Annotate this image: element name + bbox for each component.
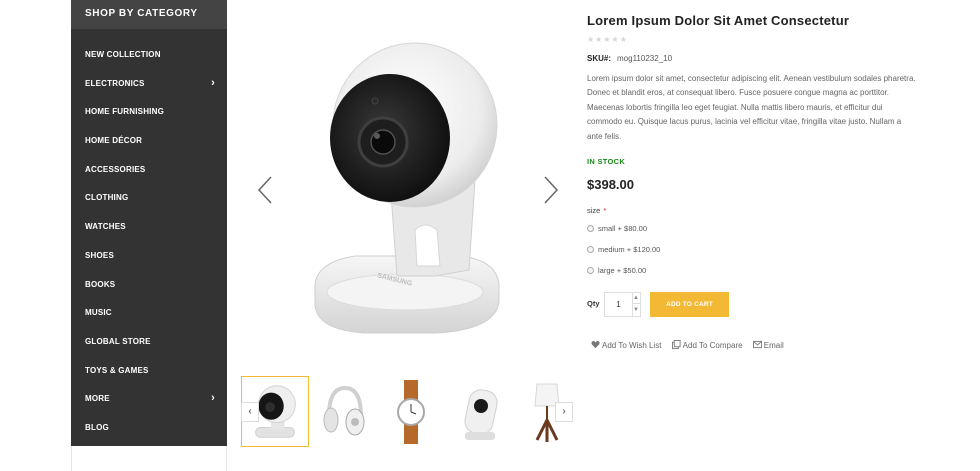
sidebar-item-label: CLOTHING <box>85 193 129 203</box>
product-price: $398.00 <box>587 177 634 192</box>
compare-icon <box>671 340 681 349</box>
product-main-image[interactable]: SAMSUNG <box>285 30 525 350</box>
qty-label: Qty <box>587 299 600 308</box>
email-label: Email <box>763 341 784 350</box>
add-to-wishlist-link[interactable]: Add To Wish List <box>591 340 661 350</box>
quantity-input[interactable] <box>605 293 633 316</box>
sidebar-item-watches[interactable]: WATCHES <box>71 212 227 241</box>
sku-value: mog110232_10 <box>617 54 673 63</box>
size-option-small[interactable]: small + $80.00 <box>587 224 647 233</box>
gallery-prev-button[interactable] <box>256 175 276 205</box>
sidebar-item-label: GLOBAL STORE <box>85 336 151 346</box>
watch-icon <box>397 380 425 444</box>
sidebar-item-toys-games[interactable]: TOYS & GAMES <box>71 356 227 385</box>
sidebar-item-label: NEW COLLECTION <box>85 50 161 59</box>
sidebar-item-label: ELECTRONICS <box>85 78 145 88</box>
wishlist-label: Add To Wish List <box>602 341 662 350</box>
category-sidebar: SHOP BY CATEGORY NEW COLLECTION ELECTRON… <box>71 0 227 471</box>
sidebar-item-accessories[interactable]: ACCESSORIES <box>71 155 227 184</box>
thumbnail-prev-button[interactable]: ‹ <box>241 402 259 422</box>
qty-decrease-button[interactable]: ▼ <box>632 305 640 316</box>
sidebar-item-label: HOME FURNISHING <box>85 107 164 117</box>
size-option-large[interactable]: large + $50.00 <box>587 266 646 275</box>
sidebar-item-label: BLOG <box>85 422 109 432</box>
sidebar-item-blog[interactable]: BLOG <box>71 413 227 442</box>
quantity-stepper: ▲ ▼ <box>604 292 641 317</box>
category-list: NEW COLLECTION ELECTRONICS › HOME FURNISH… <box>71 29 227 442</box>
camera-icon <box>464 389 498 440</box>
sidebar-footer-space <box>71 446 227 471</box>
product-actions: Add To Wish List Add To Compare Email <box>591 340 792 350</box>
product-description: Lorem ipsum dolor sit amet, consectetur … <box>587 74 916 141</box>
rating-stars: ★★★★★ <box>587 35 628 44</box>
stock-status: IN STOCK <box>587 157 626 166</box>
thumbnail-next-button[interactable]: › <box>555 402 573 422</box>
thumbnail-watch[interactable] <box>377 376 445 447</box>
sidebar-item-label: BOOKS <box>85 279 116 289</box>
sidebar-item-label: MORE <box>85 394 110 404</box>
sidebar-item-new-collection[interactable]: NEW COLLECTION <box>71 40 227 69</box>
size-option-label: medium + $120.00 <box>598 245 661 254</box>
sidebar-item-electronics[interactable]: ELECTRONICS › <box>71 69 227 98</box>
email-link[interactable]: Email <box>752 340 784 350</box>
thumbnail-camera-side[interactable] <box>445 376 513 447</box>
add-to-compare-link[interactable]: Add To Compare <box>671 340 743 350</box>
product-sku: SKU#: mog110232_10 <box>587 54 672 63</box>
sidebar-item-label: HOME DÉCOR <box>85 136 143 146</box>
sidebar-item-label: MUSIC <box>85 308 112 318</box>
product-title: Lorem Ipsum Dolor Sit Amet Consectetur <box>587 13 850 28</box>
sidebar-item-home-furnishing[interactable]: HOME FURNISHING <box>71 97 227 126</box>
thumbnail-headphones[interactable] <box>309 376 377 447</box>
chevron-left-icon <box>257 176 272 204</box>
size-option-label: large + $50.00 <box>598 266 647 275</box>
sidebar-item-label: TOYS & GAMES <box>85 365 149 375</box>
sidebar-item-music[interactable]: MUSIC <box>71 298 227 327</box>
heart-icon <box>591 341 600 349</box>
radio-icon[interactable] <box>587 267 594 274</box>
compare-label: Add To Compare <box>682 341 743 350</box>
sidebar-item-label: ACCESSORIES <box>85 164 146 174</box>
radio-icon[interactable] <box>587 225 594 232</box>
thumbnail-strip: ‹ › <box>240 376 574 447</box>
sidebar-item-shoes[interactable]: SHOES <box>71 241 227 270</box>
sidebar-item-label: SHOES <box>85 250 115 260</box>
size-label: size * <box>587 206 606 215</box>
sidebar-item-clothing[interactable]: CLOTHING <box>71 183 227 212</box>
chevron-right-icon: › <box>211 392 215 405</box>
required-mark: * <box>603 206 607 215</box>
size-option-medium[interactable]: medium + $120.00 <box>587 245 660 254</box>
sku-label: SKU#: <box>587 54 612 63</box>
gallery-next-button[interactable] <box>540 175 560 205</box>
add-to-cart-button[interactable]: ADD TO CART <box>650 292 729 317</box>
sidebar-item-label: WATCHES <box>85 222 126 232</box>
envelope-icon <box>752 340 762 349</box>
chevron-right-icon: › <box>211 76 215 89</box>
chevron-right-icon <box>544 176 559 204</box>
headphones-icon <box>323 385 365 436</box>
sidebar-item-global-store[interactable]: GLOBAL STORE <box>71 327 227 356</box>
radio-icon[interactable] <box>587 246 594 253</box>
sidebar-item-more[interactable]: MORE › <box>71 384 227 413</box>
sidebar-title: SHOP BY CATEGORY <box>71 0 227 29</box>
qty-increase-button[interactable]: ▲ <box>632 293 640 304</box>
sidebar-item-home-decor[interactable]: HOME DÉCOR <box>71 126 227 155</box>
sidebar-item-books[interactable]: BOOKS <box>71 270 227 299</box>
camera-image: SAMSUNG <box>314 42 500 334</box>
size-option-label: small + $80.00 <box>598 224 647 233</box>
size-label-text: size <box>587 206 601 215</box>
